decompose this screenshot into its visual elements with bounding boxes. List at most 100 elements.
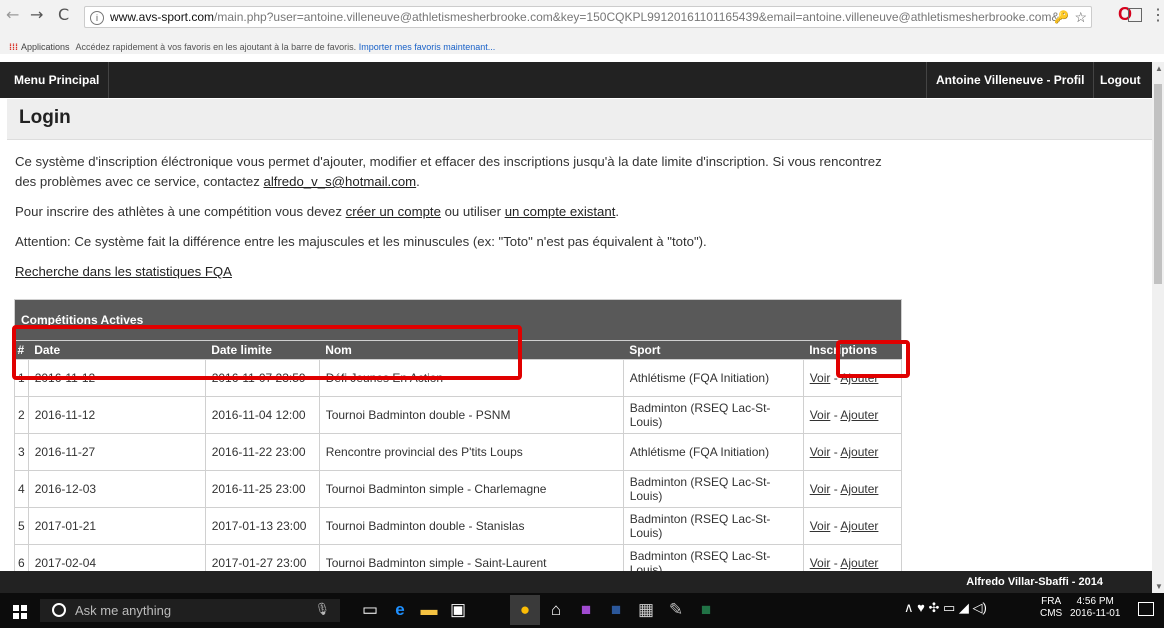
paint-icon[interactable]: ✎ <box>664 598 688 622</box>
apps-grid-icon[interactable]: ⁞⁞⁞ <box>9 40 18 54</box>
chrome-icon[interactable]: ● <box>510 595 540 625</box>
import-bookmarks-link[interactable]: Importer mes favoris maintenant... <box>359 42 496 52</box>
cell-sport: Athlétisme (FQA Initiation) <box>622 433 804 471</box>
cell-name: Tournoi Badminton double - PSNM <box>318 396 624 434</box>
voir-link[interactable]: Voir <box>810 482 831 496</box>
col-num: # <box>14 340 29 360</box>
excel-icon[interactable]: ■ <box>694 598 718 622</box>
bookmarks-apps[interactable]: Applications <box>21 42 70 52</box>
extension-icon[interactable] <box>1128 8 1142 22</box>
store-icon[interactable]: ▣ <box>446 598 470 622</box>
case-warning: Attention: Ce système fait la différence… <box>15 234 707 249</box>
microphone-icon[interactable]: 🎙 <box>315 602 330 616</box>
cell-sport: Athlétisme (FQA Initiation) <box>622 359 804 397</box>
scroll-up-icon[interactable]: ▲ <box>1155 64 1163 73</box>
create-account-link[interactable]: créer un compte <box>346 204 441 219</box>
clock-time: 4:56 PM <box>1076 596 1114 607</box>
cell-num: 1 <box>14 359 29 397</box>
cell-date: 2016-12-03 <box>27 470 206 508</box>
col-date: Date <box>28 340 206 360</box>
bookmarks-hint: Accédez rapidement à vos favoris en les … <box>75 42 357 52</box>
cell-date: 2016-11-12 <box>27 359 206 397</box>
cell-name: Tournoi Badminton double - Stanislas <box>318 507 624 545</box>
col-deadline: Date limite <box>205 340 320 360</box>
intro-text-body: Ce système d'inscription éléctronique vo… <box>15 154 882 189</box>
cell-sport: Badminton (RSEQ Lac-St-Louis) <box>622 396 804 434</box>
voir-link[interactable]: Voir <box>810 371 831 385</box>
cell-num: 2 <box>14 396 29 434</box>
cell-date: 2016-11-27 <box>27 433 206 471</box>
bookmark-star-icon[interactable]: ☆ <box>1074 7 1087 27</box>
intro-text: Ce système d'inscription éléctronique vo… <box>15 152 895 292</box>
url-host: www.avs-sport.com <box>110 10 215 24</box>
file-explorer-icon[interactable]: ▬ <box>417 598 441 622</box>
link-separator: - <box>830 519 841 533</box>
scroll-thumb[interactable] <box>1154 84 1162 284</box>
browser-toolbar: ← → C i www.avs-sport.com/main.php?user=a… <box>0 0 1164 40</box>
ajouter-link[interactable]: Ajouter <box>840 445 878 459</box>
system-tray[interactable]: ∧ ♥ ✣ ▭ ◢ ◁) <box>904 600 987 616</box>
ajouter-link[interactable]: Ajouter <box>840 556 878 570</box>
account-period: . <box>615 204 620 219</box>
page-scrollbar[interactable]: ▲ ▼ <box>1152 62 1164 593</box>
cell-name: Tournoi Badminton simple - Charlemagne <box>318 470 624 508</box>
info-icon[interactable]: i <box>90 10 104 25</box>
cell-date: 2016-11-12 <box>27 396 206 434</box>
ajouter-link[interactable]: Ajouter <box>840 408 878 422</box>
cell-deadline: 2016-11-04 12:00 <box>204 396 320 434</box>
stats-search-link[interactable]: Recherche dans les statistiques FQA <box>15 264 232 279</box>
key-icon[interactable]: 🔑 <box>1054 7 1069 27</box>
cell-deadline: 2016-11-07 23:59 <box>204 359 320 397</box>
scroll-down-icon[interactable]: ▼ <box>1155 582 1163 591</box>
back-arrow-icon[interactable]: ← <box>6 5 19 24</box>
cell-deadline: 2017-01-13 23:00 <box>204 507 320 545</box>
edge-icon[interactable]: e <box>388 598 412 622</box>
action-center-icon[interactable] <box>1138 602 1154 616</box>
cell-num: 3 <box>14 433 29 471</box>
intro-period: . <box>416 174 420 189</box>
existing-account-link[interactable]: un compte existant <box>505 204 616 219</box>
page-footer: Alfredo Villar-Sbaffi - 2014 <box>0 571 1152 593</box>
ajouter-link[interactable]: Ajouter <box>840 371 878 385</box>
nav-menu-principal[interactable]: Menu Principal <box>5 62 110 98</box>
language-indicator[interactable]: FRA CMS <box>1040 596 1062 620</box>
onenote-icon[interactable]: ■ <box>574 598 598 622</box>
task-view-icon[interactable]: ▭ <box>358 598 382 622</box>
forward-arrow-icon[interactable]: → <box>30 5 43 24</box>
address-bar[interactable]: i www.avs-sport.com/main.php?user=antoine… <box>84 6 1092 28</box>
contact-email-link[interactable]: alfredo_v_s@hotmail.com <box>263 174 416 189</box>
ajouter-link[interactable]: Ajouter <box>840 519 878 533</box>
cortana-search[interactable]: Ask me anything 🎙 <box>40 599 340 622</box>
calculator-icon[interactable]: ▦ <box>634 598 658 622</box>
col-inscriptions: Inscriptions <box>803 340 902 360</box>
reload-icon[interactable]: C <box>58 5 69 24</box>
cell-num: 4 <box>14 470 29 508</box>
cell-deadline: 2016-11-22 23:00 <box>204 433 320 471</box>
cell-sport: Badminton (RSEQ Lac-St-Louis) <box>622 470 804 508</box>
lang-top: FRA <box>1041 596 1062 607</box>
taskbar-clock[interactable]: 4:56 PM 2016-11-01 <box>1070 596 1120 620</box>
cell-inscriptions: Voir - Ajouter <box>802 359 903 397</box>
voir-link[interactable]: Voir <box>810 519 831 533</box>
cell-date: 2017-01-21 <box>27 507 206 545</box>
page-header: Login <box>7 99 1152 140</box>
windows-taskbar: Ask me anything 🎙 ▭ e ▬ ▣ ● ⌂ ■ ■ ▦ ✎ ■ … <box>0 593 1164 628</box>
nav-logout[interactable]: Logout <box>1091 62 1150 98</box>
link-separator: - <box>830 556 841 570</box>
account-text: Pour inscrire des athlètes à une compéti… <box>15 204 346 219</box>
cell-sport: Badminton (RSEQ Lac-St-Louis) <box>622 507 804 545</box>
main-navbar: Menu Principal Antoine Villeneuve - Prof… <box>0 62 1152 98</box>
voir-link[interactable]: Voir <box>810 556 831 570</box>
voir-link[interactable]: Voir <box>810 445 831 459</box>
clock-date: 2016-11-01 <box>1070 608 1121 619</box>
nav-profile[interactable]: Antoine Villeneuve - Profil <box>926 62 1095 98</box>
ajouter-link[interactable]: Ajouter <box>840 482 878 496</box>
voir-link[interactable]: Voir <box>810 408 831 422</box>
link-separator: - <box>830 482 841 496</box>
table-row: 3 2016-11-27 2016-11-22 23:00 Rencontre pro… <box>14 433 903 471</box>
menu-kebab-icon[interactable]: ⋮ <box>1150 5 1164 25</box>
word-icon[interactable]: ■ <box>604 598 628 622</box>
intro-paragraph: Ce système d'inscription éléctronique vo… <box>15 152 895 192</box>
windows-start-icon[interactable] <box>13 605 27 619</box>
home-icon[interactable]: ⌂ <box>544 598 568 622</box>
